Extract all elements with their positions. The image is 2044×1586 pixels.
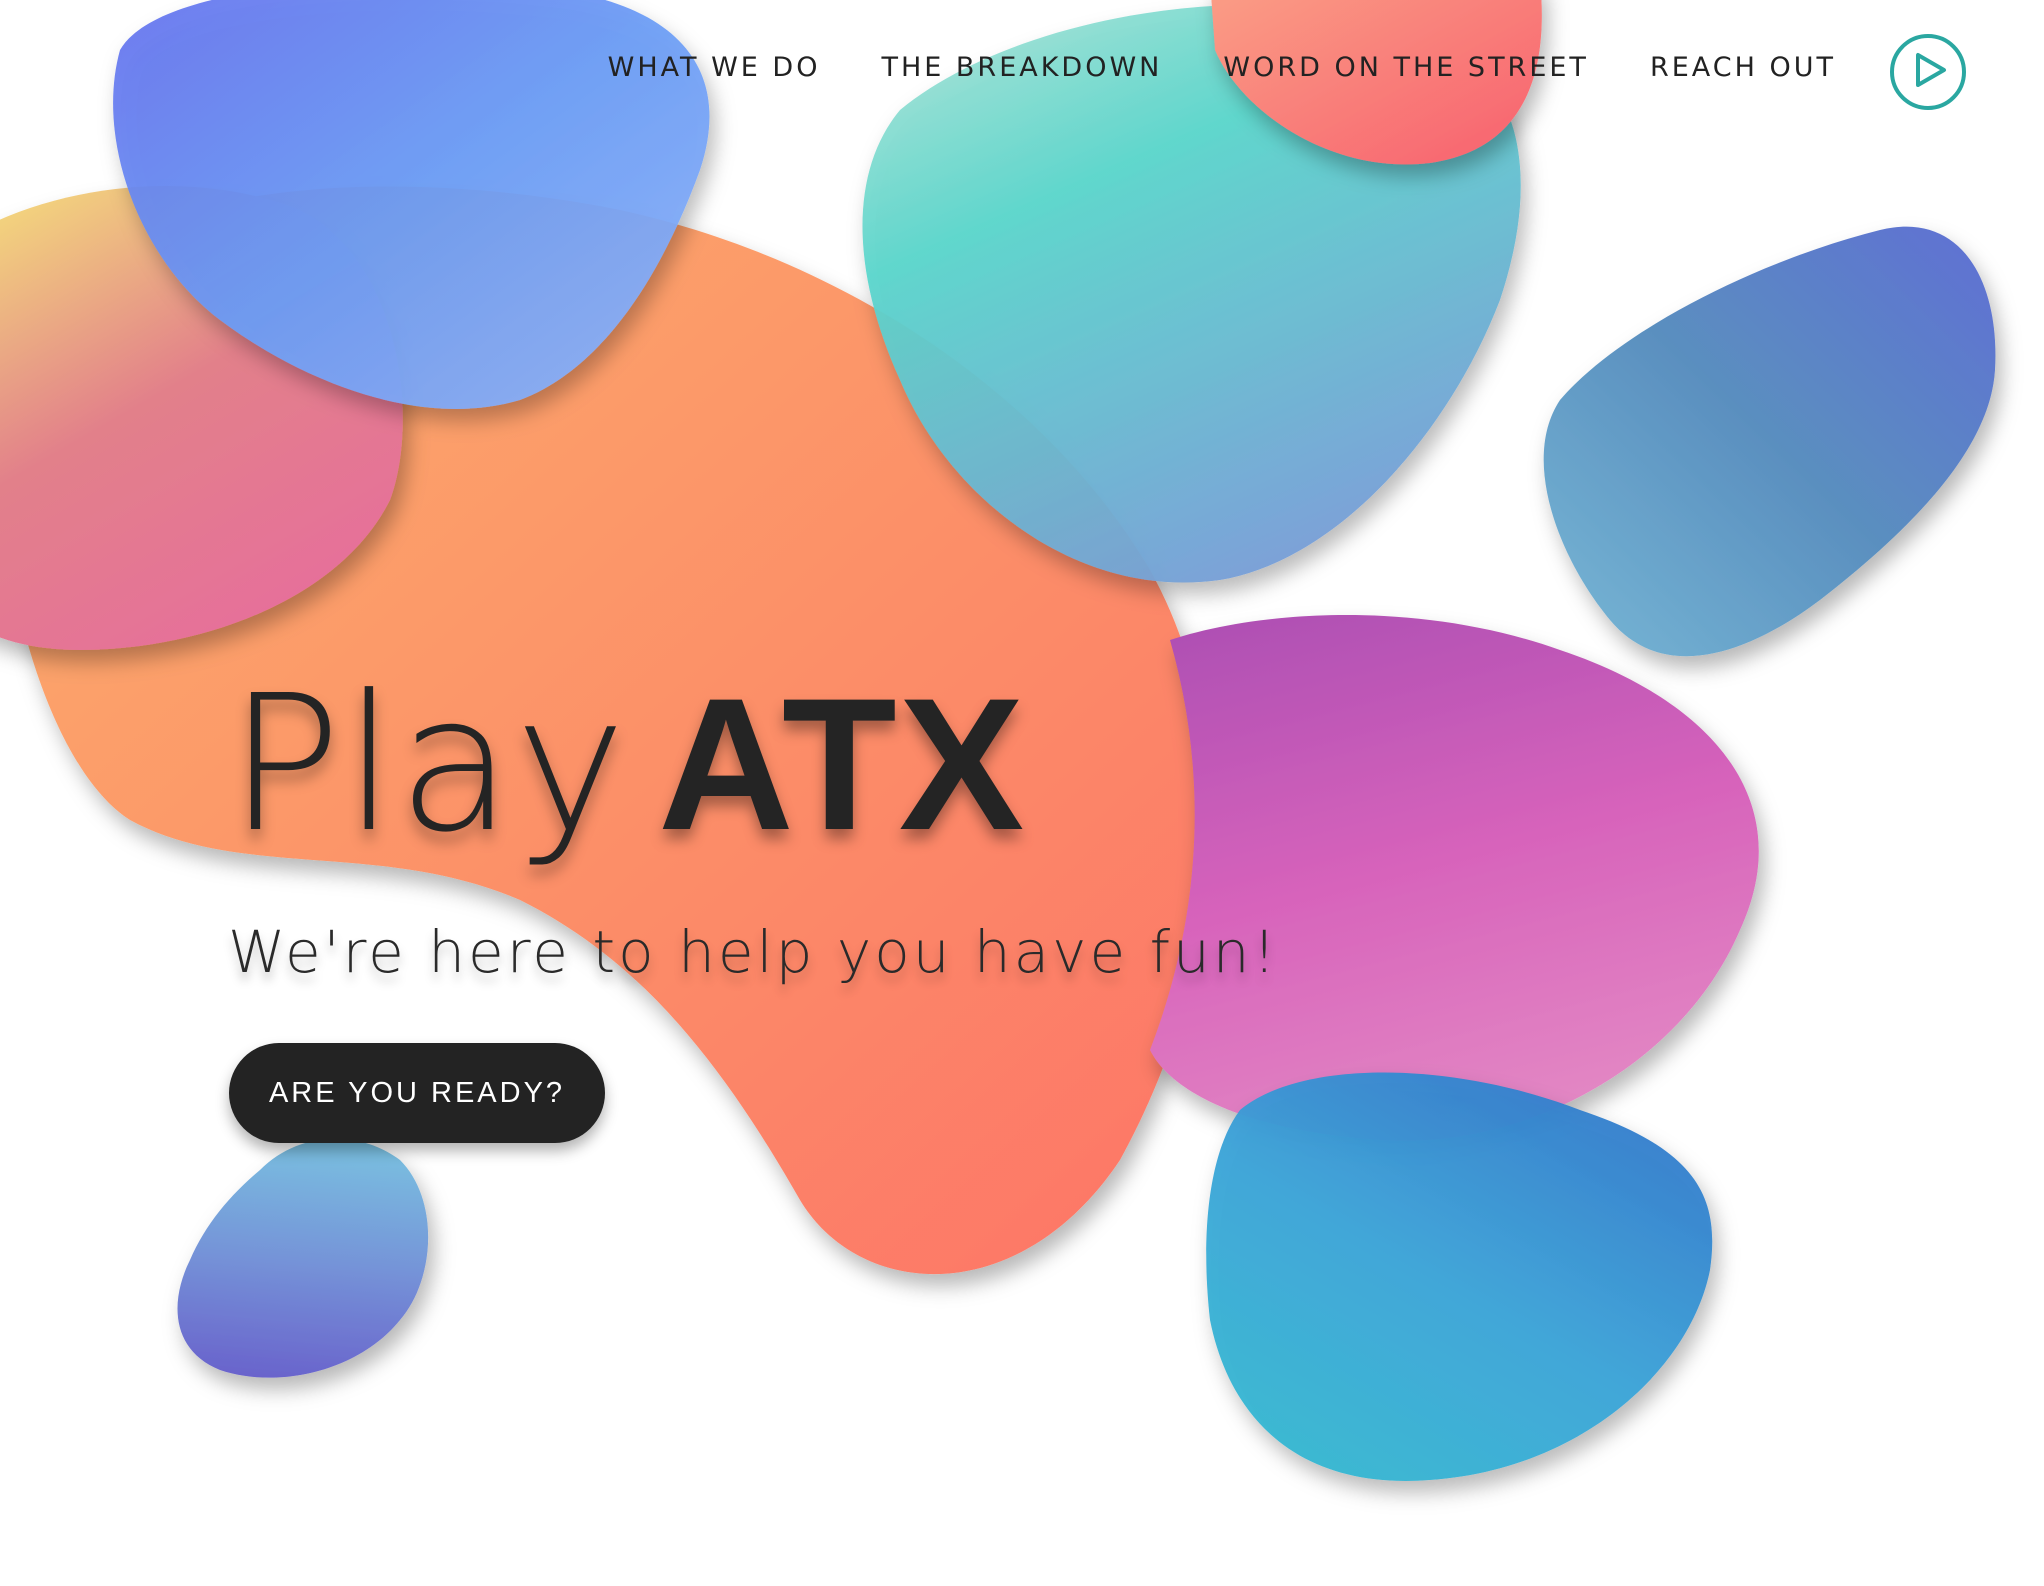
main-nav: WHAT WE DO THE BREAKDOWN WORD ON THE STR… (547, 52, 1836, 83)
are-you-ready-button[interactable]: ARE YOU READY? (229, 1043, 605, 1143)
play-button[interactable] (1890, 34, 1966, 110)
blob-blue-bottom (1206, 1072, 1713, 1481)
landing-page: WHAT WE DO THE BREAKDOWN WORD ON THE STR… (0, 0, 2044, 1586)
nav-the-breakdown[interactable]: THE BREAKDOWN (881, 52, 1162, 83)
hero-title-light: Play (228, 655, 629, 874)
hero-subtitle: We're here to help you have fun! (228, 918, 1279, 986)
blob-small-blue (177, 1138, 429, 1378)
hero-title: Play ATX (228, 670, 1026, 859)
nav-reach-out[interactable]: REACH OUT (1650, 52, 1836, 83)
nav-word-on-the-street[interactable]: WORD ON THE STREET (1223, 52, 1589, 83)
blob-slate (1543, 226, 1996, 657)
blob-purple (1150, 615, 1759, 1141)
hero-title-bold: ATX (658, 659, 1027, 869)
nav-what-we-do[interactable]: WHAT WE DO (608, 52, 821, 83)
play-circle-icon (1916, 53, 1946, 87)
